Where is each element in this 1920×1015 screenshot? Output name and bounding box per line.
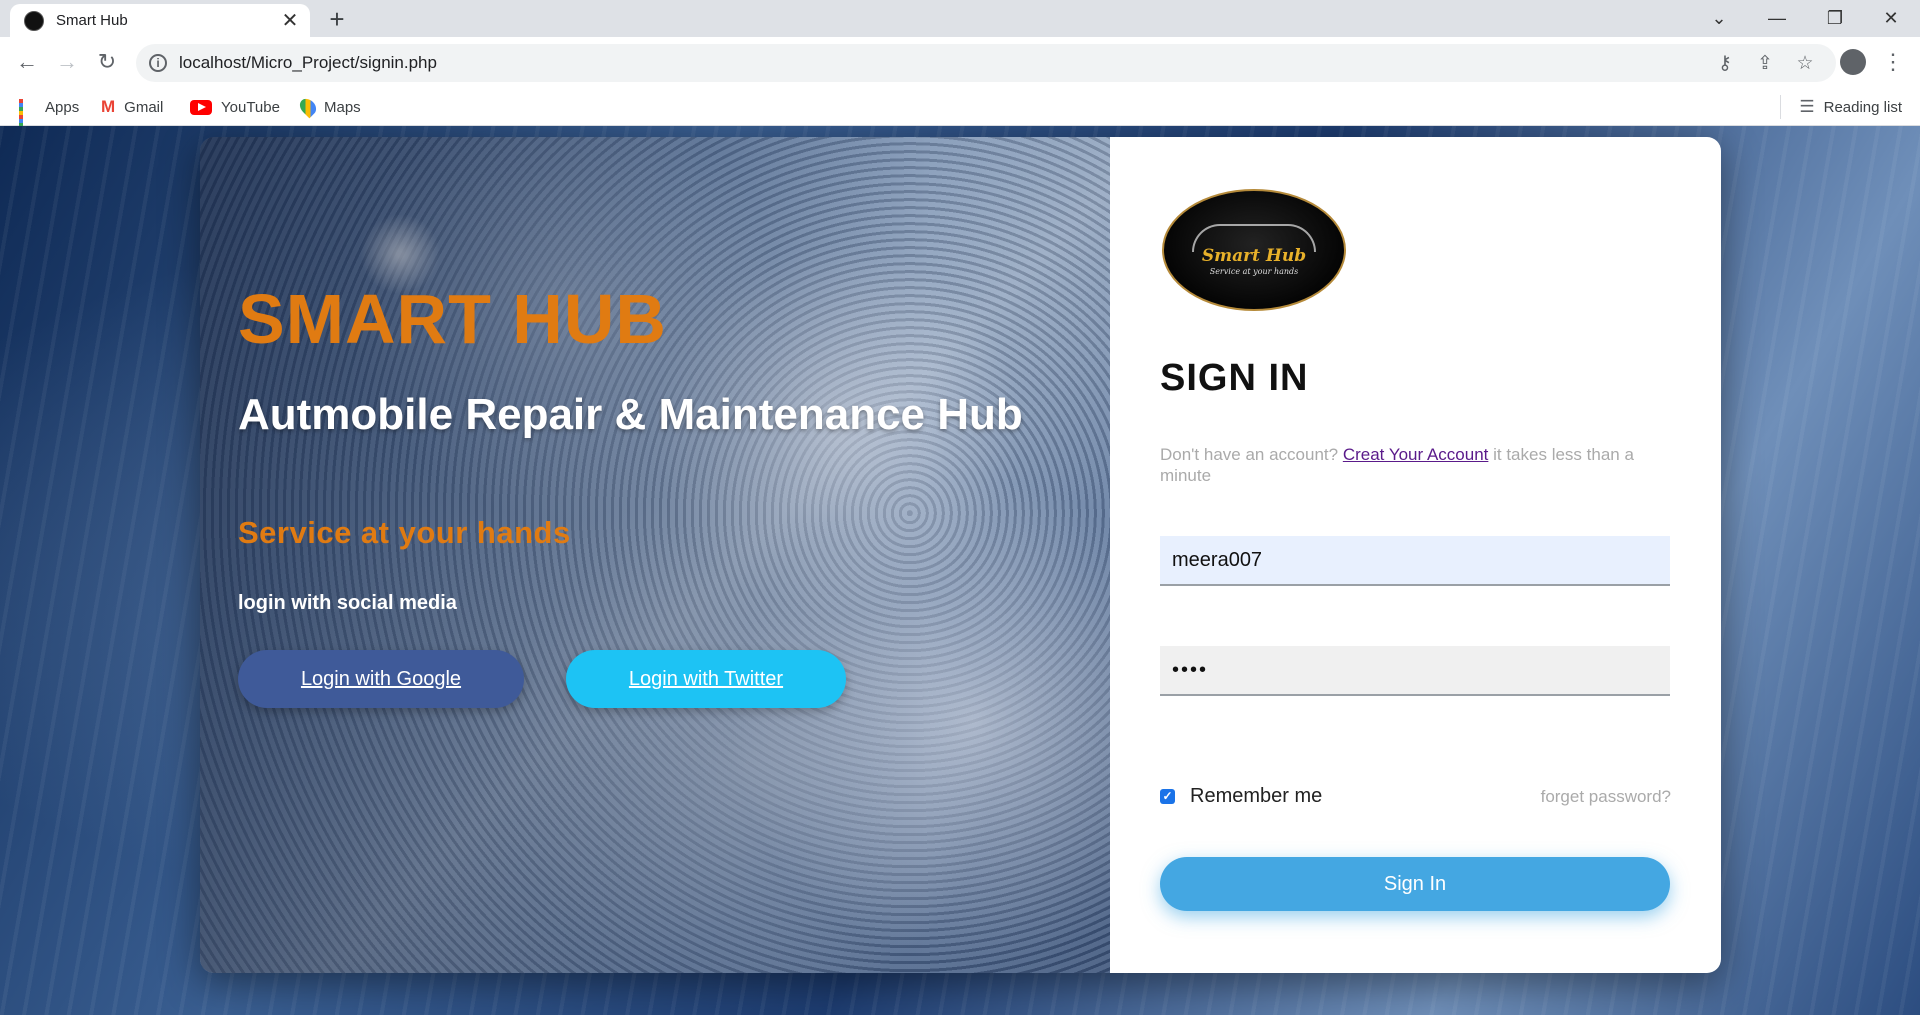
reading-list-label: Reading list [1823,98,1902,116]
browser-menu-icon[interactable]: ⋮ [1878,47,1908,77]
bookmark-label: YouTube [221,98,280,116]
bookmark-label: Gmail [124,98,164,116]
apps-grid-icon [19,98,36,135]
bookmark-maps[interactable]: Maps [296,89,361,125]
site-info-icon[interactable]: i [149,54,167,72]
url-text[interactable]: localhost/Micro_Project/signin.php [179,53,437,73]
signin-form-panel: Smart Hub Service at your hands SIGN IN … [1110,137,1721,973]
minimize-button[interactable]: — [1748,0,1806,37]
logo-tagline: Service at your hands [1209,267,1299,276]
hero-tagline: Service at your hands [238,515,571,550]
bookmark-gmail[interactable]: M Gmail [101,89,163,125]
reading-list-button[interactable]: ☰ Reading list [1799,89,1902,125]
new-tab-button[interactable]: + [322,4,352,35]
page-title: SIGN IN [1160,357,1309,399]
remember-me[interactable]: ✓ Remember me [1160,785,1322,808]
gmail-icon: M [101,97,116,116]
signup-prompt-prefix: Don't have an account? [1160,445,1339,464]
tab-close-icon[interactable]: ✕ [276,8,304,33]
close-window-button[interactable]: ✕ [1862,0,1920,37]
site-favicon-icon [24,10,44,31]
bookmark-star-icon[interactable]: ☆ [1790,44,1820,82]
browser-toolbar: ← → ↻ i localhost/Micro_Project/signin.p… [0,37,1920,89]
maximize-button[interactable]: ❐ [1806,0,1864,37]
remember-me-label: Remember me [1190,785,1323,807]
bookmarks-bar: Apps M Gmail YouTube Maps ☰ Reading list [0,89,1920,135]
divider [1780,95,1781,119]
back-icon[interactable]: ← [12,47,42,77]
hero-overlay [200,137,1110,973]
tab-title: Smart Hub [56,12,128,29]
reload-icon[interactable]: ↻ [92,47,122,77]
bookmark-apps[interactable]: Apps [19,89,80,135]
forward-icon[interactable]: → [52,47,82,77]
tab-search-icon[interactable]: ⌄ [1690,0,1748,37]
share-icon[interactable]: ⇪ [1750,44,1780,82]
maps-icon [296,95,320,119]
remember-me-checkbox[interactable]: ✓ [1160,789,1175,804]
brand-title: SMART HUB [238,280,667,358]
smart-hub-logo: Smart Hub Service at your hands [1162,189,1346,311]
address-bar[interactable]: i localhost/Micro_Project/signin.php ⚷ ⇪… [136,44,1836,82]
password-input[interactable] [1160,646,1670,696]
password-key-icon[interactable]: ⚷ [1710,44,1740,82]
signin-card: SMART HUB Autmobile Repair & Maintenance… [200,137,1721,973]
car-outline-icon [1192,224,1316,252]
forgot-password-link[interactable]: forget password? [1541,787,1671,807]
reading-list-icon: ☰ [1799,97,1815,116]
hero-headline: Autmobile Repair & Maintenance Hub [238,390,1023,439]
create-account-link[interactable]: Creat Your Account [1343,445,1489,464]
login-twitter-button[interactable]: Login with Twitter [566,650,846,708]
username-input[interactable] [1160,536,1670,586]
bookmark-label: Maps [324,98,361,116]
browser-tab[interactable]: Smart Hub ✕ [10,4,310,37]
youtube-icon [190,99,212,115]
page-background: SMART HUB Autmobile Repair & Maintenance… [0,126,1920,1015]
sign-in-button[interactable]: Sign In [1160,857,1670,911]
signup-prompt: Don't have an account? Creat Your Accoun… [1160,444,1660,486]
tab-strip: Smart Hub ✕ + ⌄ — ❐ ✕ [0,0,1920,37]
profile-icon[interactable] [1838,47,1868,77]
login-google-button[interactable]: Login with Google [238,650,524,708]
bookmark-youtube[interactable]: YouTube [190,89,280,125]
bookmark-label: Apps [45,98,80,116]
social-login-label: login with social media [238,592,457,614]
hero-panel: SMART HUB Autmobile Repair & Maintenance… [200,137,1110,973]
